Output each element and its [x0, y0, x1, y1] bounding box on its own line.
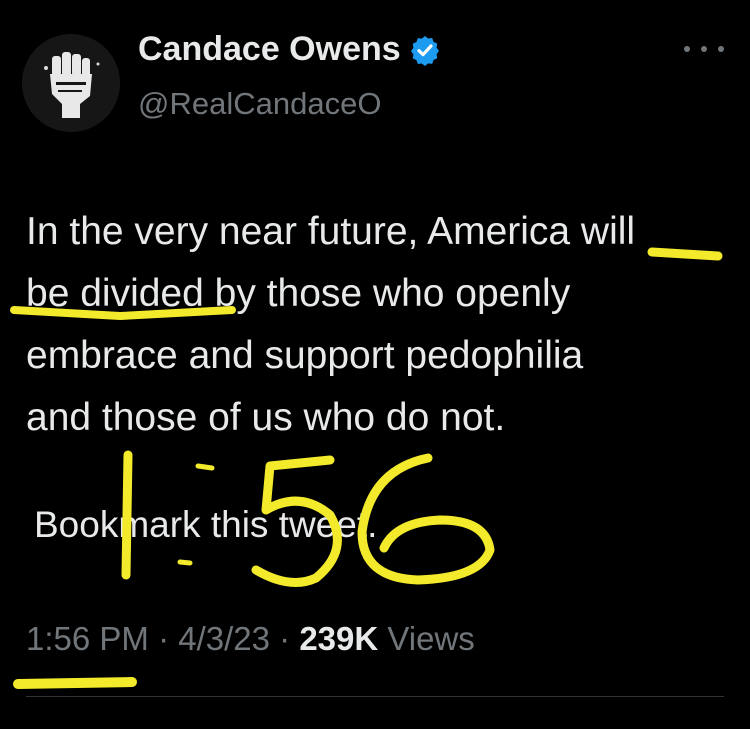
bookmark-line: Bookmark this tweet.: [34, 504, 378, 545]
views-count[interactable]: 239K: [299, 620, 378, 657]
meta-separator: ·: [269, 620, 300, 657]
tweet-date[interactable]: 4/3/23: [178, 620, 270, 657]
verified-badge-icon: [410, 35, 439, 66]
more-dot: [684, 46, 690, 52]
tweet-text: In the very near future, America will be…: [26, 201, 738, 449]
meta-separator: ·: [148, 620, 179, 657]
tweet-line: be divided by those who openly: [26, 272, 571, 315]
more-dot: [718, 46, 724, 52]
tweet-line: embrace and support pedophilia: [26, 334, 584, 377]
handwritten-six: [357, 453, 495, 585]
avatar[interactable]: [22, 34, 120, 132]
tweet-line: and those of us who do not.: [26, 396, 506, 439]
author-handle[interactable]: @RealCandaceO: [138, 86, 381, 122]
views-label[interactable]: Views: [378, 620, 474, 657]
more-options-icon[interactable]: [684, 34, 724, 64]
handwritten-colon-bottom: [177, 559, 193, 566]
divider: [26, 696, 724, 697]
tweet-time[interactable]: 1:56 PM: [26, 620, 149, 657]
handwritten-colon-top: [195, 463, 215, 471]
underline-time: [13, 677, 137, 689]
author-name-row[interactable]: Candace Owens: [138, 30, 441, 69]
raised-fist-icon: [22, 34, 120, 132]
author-name[interactable]: Candace Owens: [138, 30, 401, 69]
tweet-line: In the very near future, America will: [26, 210, 636, 253]
more-dot: [701, 46, 707, 52]
tweet-meta: 1:56 PM · 4/3/23 · 239K Views: [26, 620, 475, 658]
